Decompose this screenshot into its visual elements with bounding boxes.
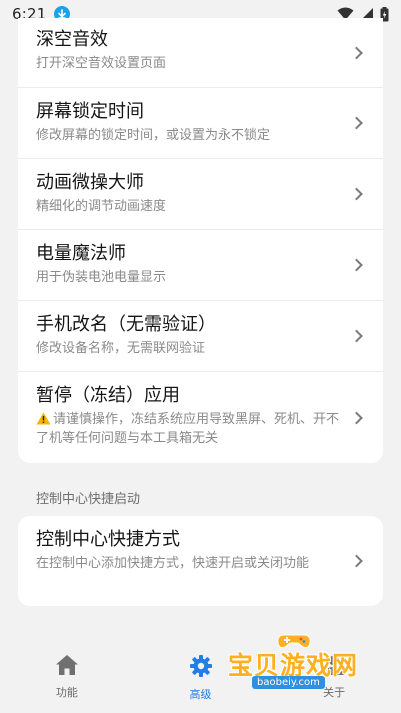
nav-tab-about[interactable]: 关于	[267, 640, 401, 713]
list-item-animation-master[interactable]: 动画微操大师 精细化的调节动画速度	[18, 159, 383, 230]
list-item-freeze-app[interactable]: 暂停（冻结）应用 请谨慎操作，冻结系统应用导致黑屏、死机、开不了机等任何问题与本…	[18, 372, 383, 463]
feature-card: 深空音效 打开深空音效设置页面 屏幕锁定时间 修改屏幕的锁定时间，或设置为永不锁…	[18, 18, 383, 463]
list-item-subtitle: 请谨慎操作，冻结系统应用导致黑屏、死机、开不了机等任何问题与本工具箱无关	[36, 410, 341, 448]
list-item-title: 电量魔法师	[36, 243, 126, 264]
list-item-rename-device[interactable]: 手机改名（无需验证） 修改设备名称，无需联网验证	[18, 301, 383, 372]
list-item-subtitle: 修改设备名称，无需联网验证	[36, 341, 206, 356]
list-item-battery-magician[interactable]: 电量魔法师 用于伪装电池电量显示	[18, 230, 383, 301]
list-item-subtitle: 打开深空音效设置页面	[36, 56, 167, 71]
list-item-deep-space-sound[interactable]: 深空音效 打开深空音效设置页面	[18, 18, 383, 88]
person-icon	[324, 655, 345, 675]
section-header-control-center: 控制中心快捷启动	[36, 492, 141, 507]
bottom-nav: 功能 高级 关于	[0, 640, 401, 713]
control-center-card: 控制中心快捷方式 在控制中心添加快捷方式，快速开启或关闭功能	[18, 516, 383, 606]
home-icon	[55, 655, 78, 675]
chevron-right-icon	[350, 554, 363, 568]
nav-tab-label: 功能	[55, 686, 78, 699]
warning-text: 请谨慎操作，冻结系统应用导致黑屏、死机、开不了机等任何问题与本工具箱无关	[36, 412, 340, 446]
chevron-right-icon	[350, 46, 363, 59]
list-item-title: 屏幕锁定时间	[36, 101, 144, 122]
list-item-subtitle: 修改屏幕的锁定时间，或设置为永不锁定	[36, 128, 271, 143]
list-item-screen-lock-time[interactable]: 屏幕锁定时间 修改屏幕的锁定时间，或设置为永不锁定	[18, 88, 383, 159]
warning-icon	[36, 412, 51, 425]
chevron-right-icon	[350, 116, 363, 130]
chevron-right-icon	[350, 187, 363, 201]
list-item-subtitle: 精细化的调节动画速度	[36, 199, 167, 214]
list-item-subtitle: 在控制中心添加快捷方式，快速开启或关闭功能	[36, 556, 310, 571]
list-item-title: 深空音效	[36, 29, 108, 50]
nav-tab-features[interactable]: 功能	[0, 640, 134, 713]
chevron-right-icon	[350, 258, 363, 272]
chevron-right-icon	[350, 411, 363, 424]
chevron-right-icon	[350, 329, 363, 343]
list-item-title: 手机改名（无需验证）	[36, 314, 216, 335]
list-item-subtitle: 用于伪装电池电量显示	[36, 270, 167, 285]
list-item-title: 控制中心快捷方式	[36, 529, 180, 550]
nav-tab-label: 关于	[323, 686, 346, 699]
nav-tab-advanced[interactable]: 高级	[134, 640, 268, 713]
list-item-title: 暂停（冻结）应用	[36, 385, 180, 406]
list-item-control-center-shortcut[interactable]: 控制中心快捷方式 在控制中心添加快捷方式，快速开启或关闭功能	[18, 516, 383, 606]
gear-icon	[189, 655, 212, 677]
nav-tab-label: 高级	[189, 688, 212, 701]
list-item-title: 动画微操大师	[36, 172, 144, 193]
